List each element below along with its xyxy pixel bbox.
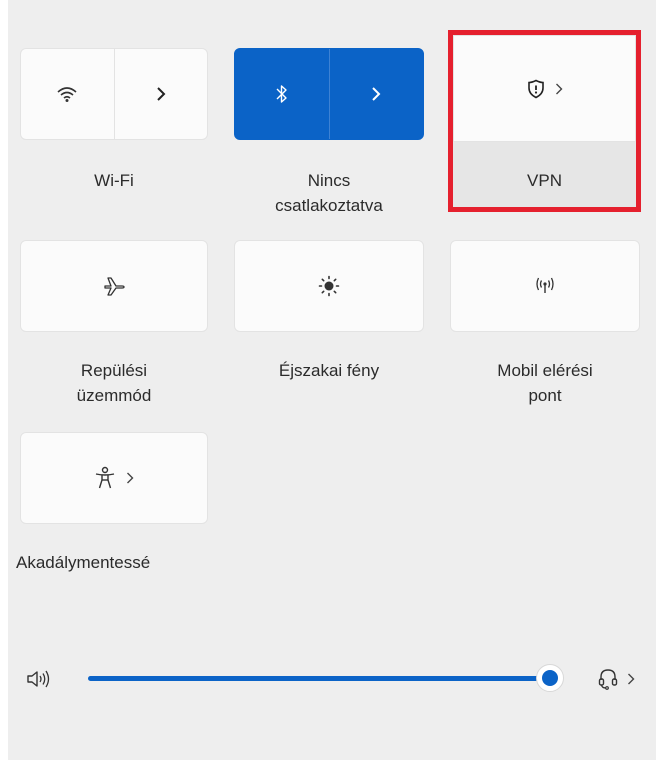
bluetooth-icon [275,84,289,104]
mobile-hotspot-label: Mobil elérési pont [450,358,640,408]
volume-slider-thumb-dot [542,670,558,686]
chevron-right-icon [156,86,166,102]
airplane-mode-label-line1: Repülési [80,361,148,380]
bluetooth-expand-button[interactable] [330,49,424,139]
airplane-mode-tile[interactable] [20,240,208,332]
wifi-icon [56,85,78,103]
accessibility-tile[interactable] [20,432,208,524]
headset-icon [597,667,619,691]
airplane-icon [102,275,126,297]
wifi-tile[interactable] [20,48,208,140]
bluetooth-toggle[interactable] [235,49,330,139]
chevron-right-icon [627,672,635,686]
mobile-hotspot-label-line1: Mobil elérési [497,361,593,380]
volume-slider-track[interactable] [88,676,550,681]
speaker-icon [26,668,54,690]
accessibility-icon [94,466,116,490]
brightness-icon [317,274,341,298]
wifi-toggle[interactable] [21,49,115,139]
hotspot-icon [533,276,557,296]
wifi-expand-button[interactable] [115,49,208,139]
volume-slider-thumb[interactable] [536,664,564,692]
night-light-tile[interactable] [234,240,424,332]
bluetooth-label-line1: Nincs [307,171,351,190]
mobile-hotspot-label-line2: pont [528,386,562,405]
mobile-hotspot-tile[interactable] [450,240,640,332]
bluetooth-label-line2: csatlakoztatva [275,196,383,215]
highlight-box [448,30,641,212]
airplane-mode-label-line2: üzemmód [76,386,152,405]
bluetooth-label: Nincs csatlakoztatva [234,168,424,218]
audio-output-button[interactable] [588,664,644,694]
accessibility-label: Akadálymentessé [16,553,151,572]
chevron-right-icon [126,471,134,485]
chevron-right-icon [371,86,381,102]
volume-mute-button[interactable] [22,666,58,692]
airplane-mode-label: Repülési üzemmód [20,358,208,408]
wifi-label: Wi-Fi [94,171,134,190]
bluetooth-tile[interactable] [234,48,424,140]
night-light-label: Éjszakai fény [278,361,380,380]
